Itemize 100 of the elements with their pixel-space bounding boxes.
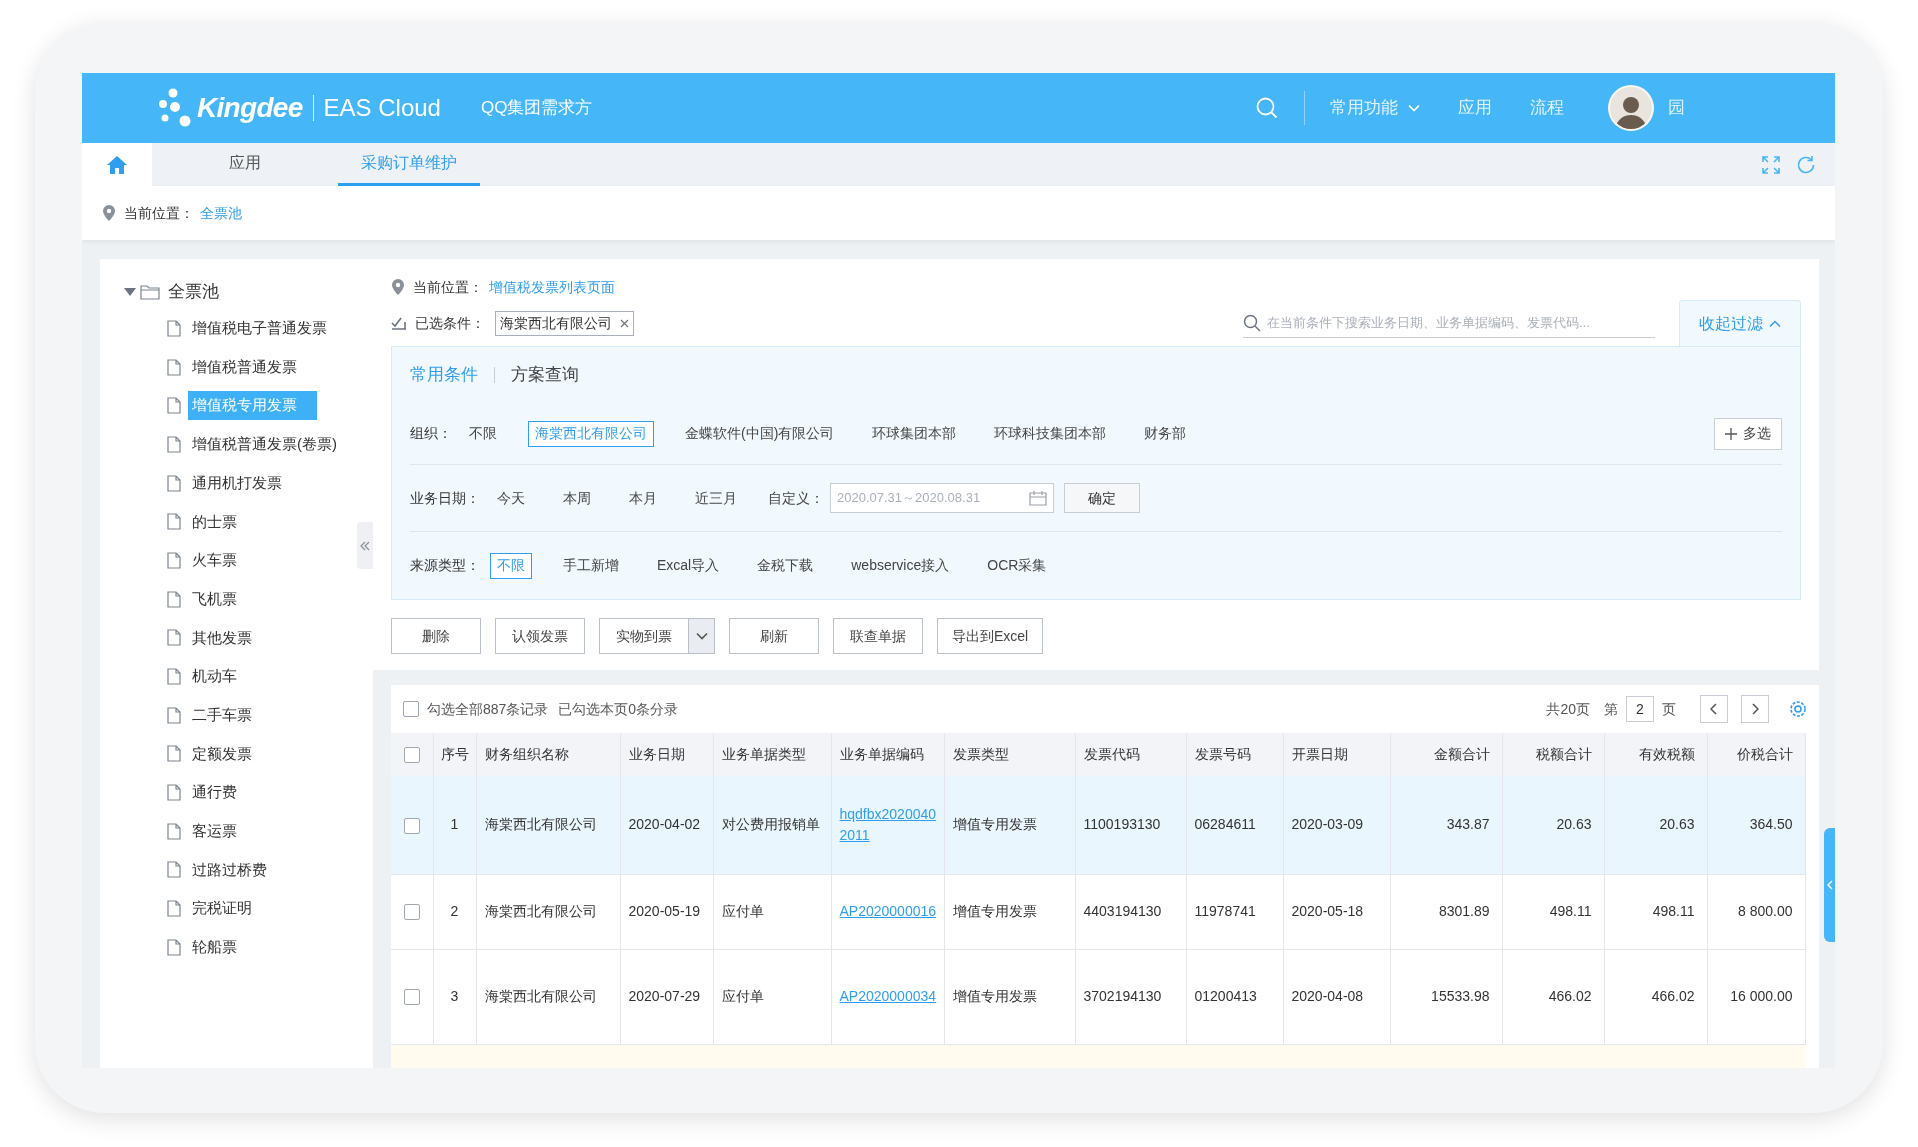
tree-item[interactable]: 完税证明 bbox=[188, 897, 256, 920]
caret-icon[interactable] bbox=[124, 288, 138, 296]
filter-option[interactable]: 环球集团本部 bbox=[865, 420, 964, 447]
filter-option[interactable]: 手工新增 bbox=[556, 552, 626, 579]
tree-item[interactable]: 通用机打发票 bbox=[188, 471, 286, 495]
column-header[interactable]: 价税合计 bbox=[1736, 746, 1793, 762]
tree-item[interactable]: 增值税电子普通发票 bbox=[188, 317, 331, 340]
previous-page-button[interactable] bbox=[1700, 695, 1728, 723]
action-button[interactable]: 认领发票 bbox=[495, 618, 585, 654]
tree-item[interactable]: 全票池 bbox=[168, 279, 219, 305]
double-left-icon bbox=[360, 540, 370, 551]
tree-item[interactable]: 过路过桥费 bbox=[188, 858, 271, 882]
table-cell: 海棠西北有限公司 bbox=[484, 816, 597, 833]
home-tab[interactable] bbox=[82, 143, 152, 186]
fullscreen-icon[interactable] bbox=[1761, 154, 1781, 175]
tree-item[interactable]: 增值税普通发票(卷票) bbox=[188, 433, 341, 456]
column-header[interactable]: 业务单据类型 bbox=[721, 746, 806, 762]
filter-chip: 海棠西北有限公司 bbox=[495, 310, 634, 336]
table-cell: 2020-04-08 bbox=[1291, 988, 1364, 1004]
tree-item[interactable]: 增值税普通发票 bbox=[188, 355, 301, 379]
search-icon[interactable] bbox=[1255, 96, 1279, 120]
filter-label: 业务日期： bbox=[410, 488, 480, 508]
tree-item[interactable]: 火车票 bbox=[188, 549, 241, 572]
tree-item[interactable]: 机动车 bbox=[188, 665, 241, 688]
tab[interactable]: 应用 bbox=[187, 143, 303, 186]
checkbox[interactable] bbox=[403, 701, 419, 717]
collapse-handle[interactable] bbox=[357, 522, 373, 569]
split-button[interactable]: 实物到票 bbox=[599, 618, 715, 654]
date-range-field[interactable]: 2020.07.31～2020.08.31 bbox=[830, 483, 1054, 513]
table-cell: 498.11 bbox=[1549, 903, 1592, 919]
action-button[interactable]: 刷新 bbox=[729, 618, 819, 654]
document-icon bbox=[167, 784, 181, 802]
filter-option[interactable]: 今天 bbox=[490, 485, 532, 511]
table-row[interactable]: 3 海棠西北有限公司 2020-07-29 应付单 AP2020000034 增值专用发票 3702194130 01200413 2020-04-08 15533.98 466.02 466.02 16 000.00 bbox=[391, 949, 1805, 1044]
filter-option[interactable]: 不限 bbox=[462, 420, 504, 447]
filter-option[interactable]: 金蝶软件(中国)有限公司 bbox=[678, 420, 842, 447]
column-header[interactable]: 业务单据编码 bbox=[839, 746, 924, 762]
table-cell: 应付单 bbox=[721, 903, 764, 919]
checkbox[interactable] bbox=[403, 747, 420, 764]
column-header[interactable]: 发票类型 bbox=[952, 746, 1009, 762]
filter-option[interactable]: Excal导入 bbox=[650, 552, 727, 579]
refresh-icon[interactable] bbox=[1795, 153, 1817, 176]
side-scroll-tab[interactable] bbox=[1824, 828, 1835, 942]
page-input[interactable]: 2 bbox=[1626, 696, 1654, 722]
column-header[interactable]: 序号 bbox=[440, 746, 469, 762]
search-field[interactable]: 在当前条件下搜索业务日期、业务单据编码、发票代码... bbox=[1267, 312, 1655, 333]
action-button[interactable]: 删除 bbox=[391, 618, 481, 654]
table-cell: 2020-04-02 bbox=[628, 816, 701, 833]
column-header[interactable]: 有效税额 bbox=[1638, 746, 1695, 762]
folder-icon bbox=[140, 284, 160, 300]
filter-option[interactable]: 环球科技集团本部 bbox=[987, 420, 1114, 447]
filter-tab[interactable]: 方案查询 bbox=[511, 362, 579, 388]
filter-option[interactable]: OCR采集 bbox=[980, 552, 1054, 579]
document-icon bbox=[167, 706, 181, 724]
column-header[interactable]: 发票号码 bbox=[1194, 746, 1251, 762]
filter-option[interactable]: 财务部 bbox=[1137, 420, 1194, 447]
column-header[interactable]: 税额合计 bbox=[1535, 746, 1592, 762]
multi-select-button[interactable]: 多选 bbox=[1714, 417, 1782, 450]
tree-item[interactable]: 客运票 bbox=[188, 820, 241, 843]
chevron-down-icon[interactable] bbox=[688, 619, 714, 653]
filter-option[interactable]: 近三月 bbox=[688, 485, 744, 511]
filter-option[interactable]: 本月 bbox=[622, 485, 664, 511]
tree-item[interactable]: 通行费 bbox=[188, 781, 241, 804]
next-page-button[interactable] bbox=[1741, 695, 1769, 723]
table-cell: 8 800.00 bbox=[1738, 903, 1793, 919]
document-icon bbox=[167, 900, 181, 918]
checkbox[interactable] bbox=[403, 817, 420, 834]
chevron-right-icon bbox=[1751, 703, 1759, 715]
action-button[interactable]: 导出到Excel bbox=[937, 618, 1043, 654]
column-header[interactable]: 财务组织名称 bbox=[484, 746, 569, 762]
column-header[interactable]: 发票代码 bbox=[1083, 746, 1140, 762]
tree-item[interactable]: 其他发票 bbox=[188, 626, 256, 650]
table-cell: 20.63 bbox=[1556, 816, 1592, 833]
confirm-button[interactable]: 确定 bbox=[1064, 483, 1140, 513]
settings-icon[interactable] bbox=[1789, 700, 1807, 718]
filter-option[interactable]: 本周 bbox=[556, 485, 598, 511]
tree-item[interactable]: 轮船票 bbox=[188, 936, 241, 959]
document-icon bbox=[167, 397, 181, 415]
document-icon bbox=[167, 938, 181, 956]
checkbox[interactable] bbox=[403, 904, 420, 921]
user-avatar[interactable] bbox=[1608, 85, 1654, 131]
table-row[interactable]: 2 海棠西北有限公司 2020-05-19 应付单 AP2020000016 增值专用发票 4403194130 11978741 2020-05-18 8301.89 498.11 498.11 8 800.00 bbox=[391, 874, 1805, 949]
select-all-label[interactable]: 勾选全部887条记录 bbox=[427, 698, 549, 720]
tree-item[interactable]: 定额发票 bbox=[188, 742, 256, 766]
table-cell: 增值专用发票 bbox=[952, 988, 1037, 1004]
column-header[interactable]: 开票日期 bbox=[1291, 746, 1348, 762]
tree-item[interactable]: 的士票 bbox=[188, 510, 241, 534]
action-button[interactable]: 联查单据 bbox=[833, 618, 923, 654]
table-row[interactable]: 1 海棠西北有限公司 2020-04-02 对公费用报销单 hqdfbx20200402011 增值专用发票 1100193130 06284611 2020-03-09 343.87 20.63 20.63 364.50 bbox=[391, 776, 1805, 874]
document-icon bbox=[167, 358, 181, 376]
column-header[interactable]: 金额合计 bbox=[1433, 746, 1490, 762]
filter-option[interactable]: webservice接入 bbox=[844, 552, 957, 579]
table-cell: 498.11 bbox=[1652, 903, 1695, 919]
checkbox[interactable] bbox=[403, 989, 420, 1006]
column-header[interactable]: 业务日期 bbox=[628, 746, 685, 762]
close-icon[interactable] bbox=[620, 318, 629, 328]
tree-item[interactable]: 二手车票 bbox=[188, 703, 256, 727]
filter-option[interactable]: 金税下载 bbox=[750, 552, 821, 579]
tree-item[interactable]: 飞机票 bbox=[188, 587, 241, 611]
date-range-input[interactable]: 2020.07.31～2020.08.31 bbox=[837, 488, 1029, 508]
